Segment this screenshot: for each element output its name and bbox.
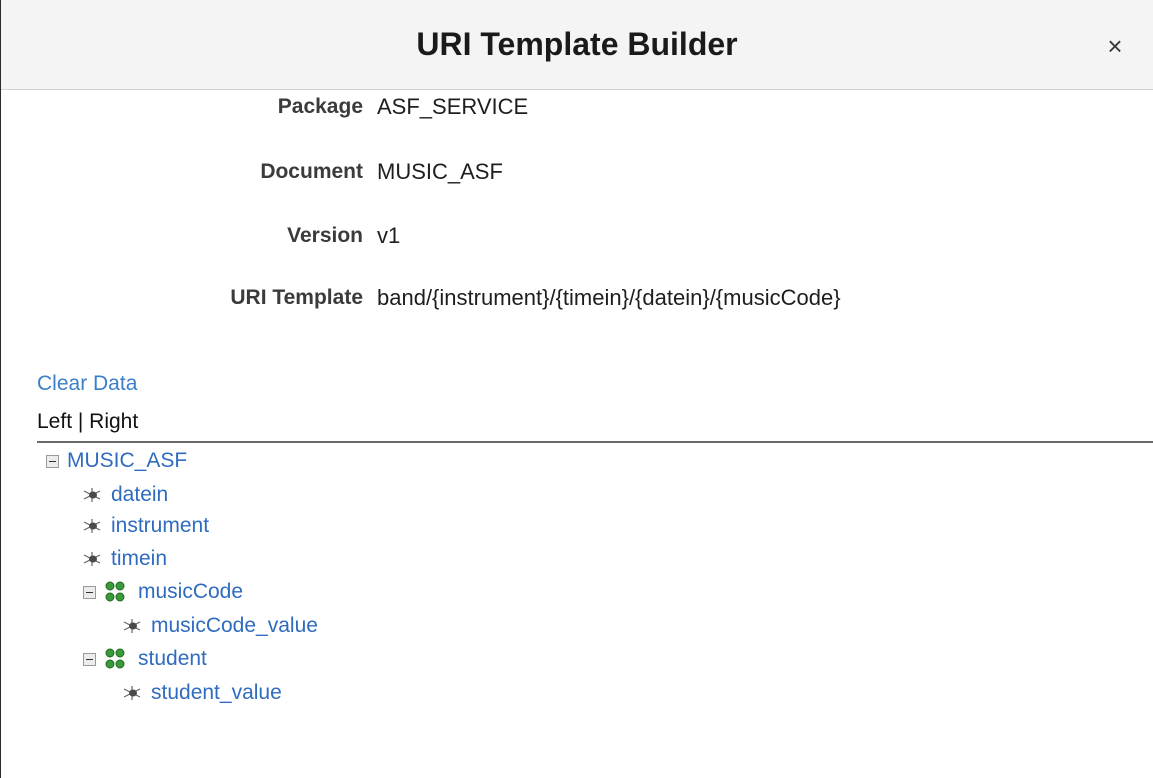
tree-node-label[interactable]: timein [111, 545, 167, 573]
tree-node-musiccode[interactable]: musicCode [83, 578, 243, 606]
collection-icon [105, 581, 125, 602]
element-icon [123, 686, 141, 700]
tree-node-label[interactable]: musicCode [138, 578, 243, 606]
dialog-title: URI Template Builder [416, 26, 738, 62]
close-icon[interactable]: × [1101, 32, 1129, 60]
collapse-icon[interactable] [83, 585, 96, 599]
tree-node-label[interactable]: MUSIC_ASF [67, 447, 187, 475]
tree-node-timein[interactable]: timein [83, 545, 167, 573]
element-icon [83, 519, 101, 533]
uri-template-label: URI Template [230, 286, 363, 309]
divider [37, 441, 1153, 443]
document-value: MUSIC_ASF [377, 159, 503, 184]
tree-node-student[interactable]: student [83, 645, 207, 673]
version-row: Version v1 [1, 221, 1153, 251]
tree-node-label[interactable]: datein [111, 481, 168, 509]
tree-node-label[interactable]: student [138, 645, 207, 673]
collapse-icon[interactable] [46, 454, 59, 468]
tree-node-label[interactable]: instrument [111, 512, 209, 540]
collapse-icon[interactable] [83, 652, 96, 666]
tree-node-label[interactable]: student_value [151, 679, 282, 707]
uri-template-value: band/{instrument}/{timein}/{datein}/{mus… [377, 285, 841, 310]
dialog-header: URI Template Builder × [1, 0, 1153, 90]
clear-data-link[interactable]: Clear Data [37, 370, 137, 398]
tree-node-datein[interactable]: datein [83, 481, 168, 509]
tree-node-root[interactable]: MUSIC_ASF [46, 447, 187, 475]
uri-template-builder-dialog: URI Template Builder × Package ASF_SERVI… [0, 0, 1153, 778]
collection-icon [105, 648, 125, 669]
package-label: Package [277, 95, 363, 118]
element-icon [123, 619, 141, 633]
version-value: v1 [377, 223, 401, 248]
package-value: ASF_SERVICE [377, 94, 529, 119]
element-icon [83, 488, 101, 502]
tree-node-student-value[interactable]: student_value [123, 679, 282, 707]
package-row: Package ASF_SERVICE [1, 92, 1153, 122]
version-label: Version [287, 224, 363, 247]
uri-template-row: URI Template band/{instrument}/{timein}/… [1, 283, 1153, 313]
element-icon [83, 552, 101, 566]
tree-node-musiccode-value[interactable]: musicCode_value [123, 612, 318, 640]
tree-node-label[interactable]: musicCode_value [151, 612, 318, 640]
document-row: Document MUSIC_ASF [1, 157, 1153, 187]
document-label: Document [260, 160, 363, 183]
left-right-toggle[interactable]: Left | Right [37, 408, 138, 436]
tree-node-instrument[interactable]: instrument [83, 512, 209, 540]
